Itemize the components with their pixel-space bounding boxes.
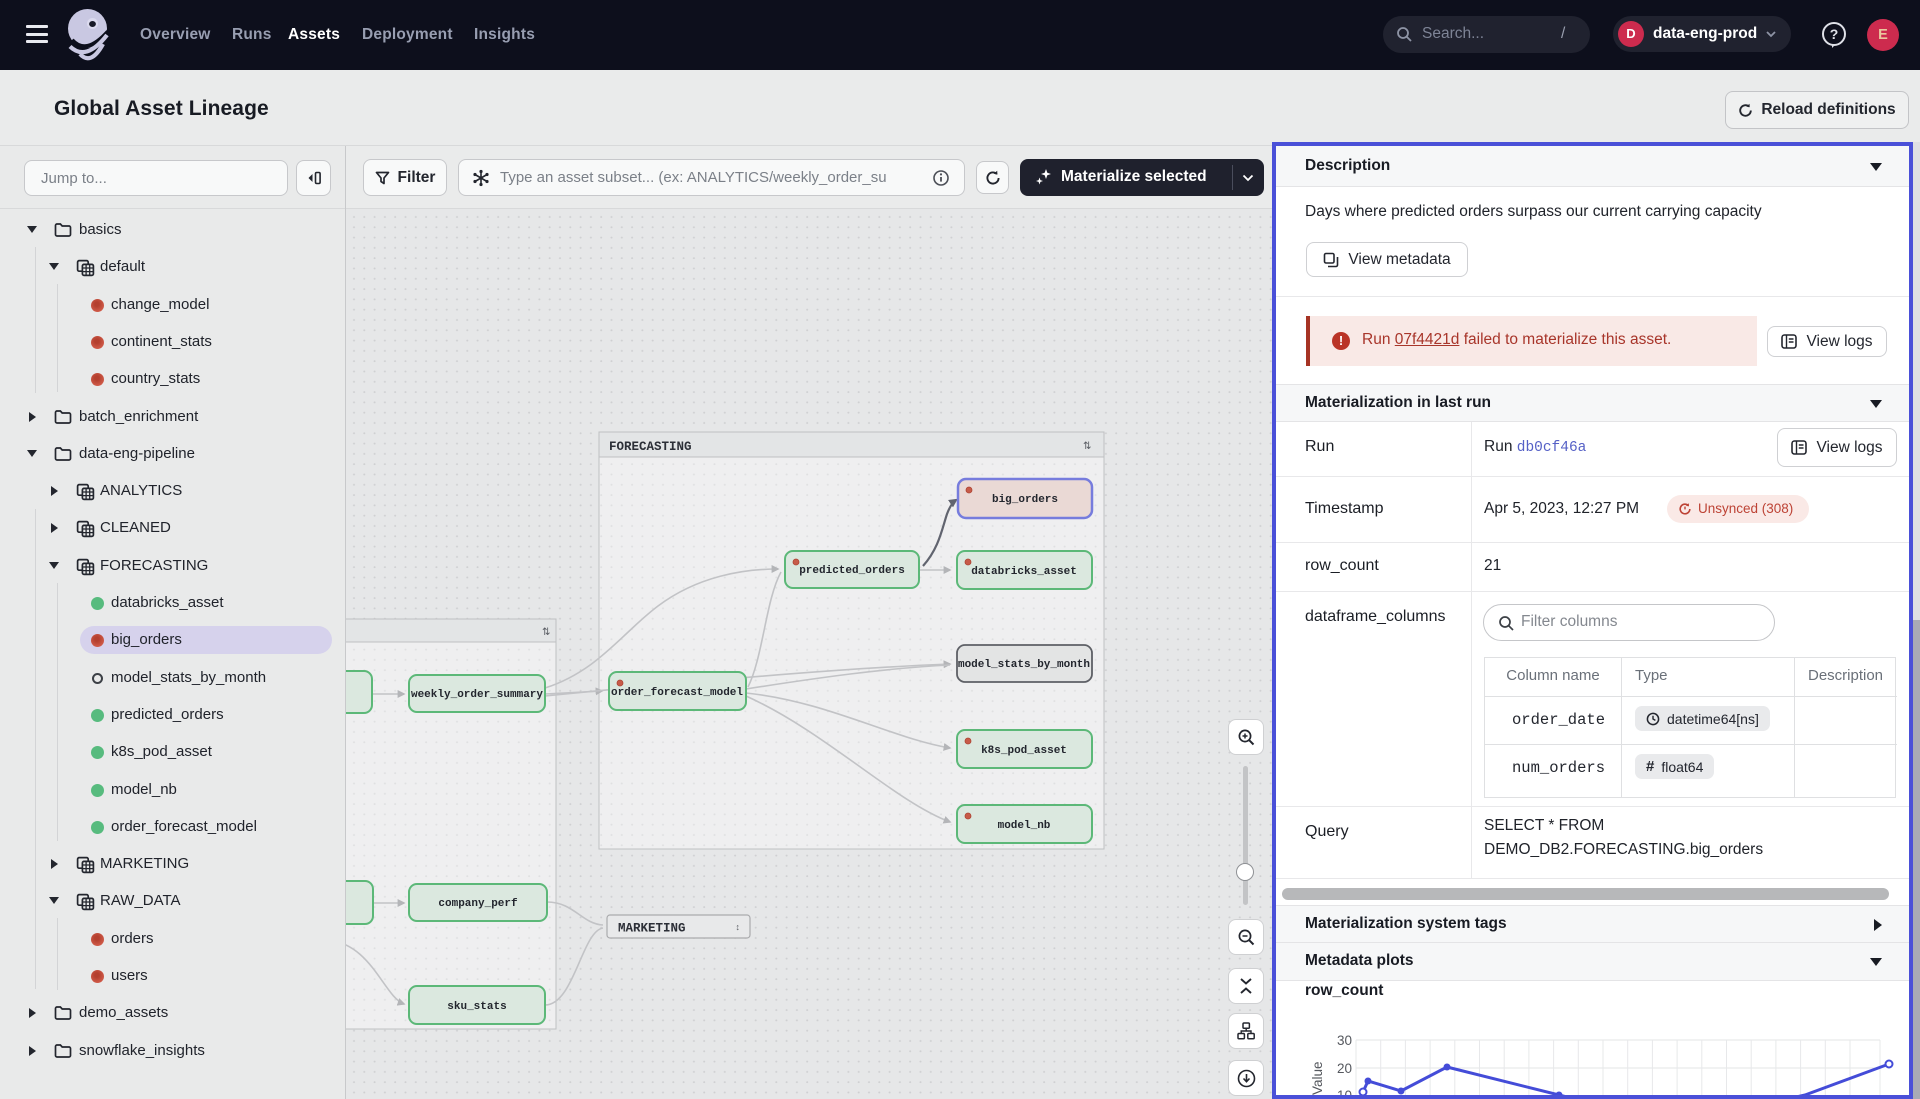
svg-text:Value: Value: [1310, 1061, 1325, 1095]
svg-text:20: 20: [1337, 1061, 1352, 1076]
svg-text:⇅: ⇅: [542, 628, 550, 639]
svg-text:MARKETING: MARKETING: [618, 922, 686, 936]
svg-text:10: 10: [1337, 1088, 1352, 1095]
svg-text:big_orders: big_orders: [992, 494, 1058, 506]
svg-text:order_forecast_model: order_forecast_model: [611, 687, 743, 699]
svg-text:k8s_pod_asset: k8s_pod_asset: [981, 745, 1067, 757]
svg-text:⇅: ⇅: [1083, 442, 1091, 453]
svg-text:company_perf: company_perf: [438, 898, 518, 910]
svg-text:predicted_orders: predicted_orders: [799, 565, 905, 577]
svg-text:↕: ↕: [735, 923, 740, 933]
svg-text:model_stats_by_month: model_stats_by_month: [958, 659, 1090, 671]
svg-text:FORECASTING: FORECASTING: [609, 440, 692, 454]
svg-text:?: ?: [1830, 26, 1839, 42]
svg-text:model_nb: model_nb: [998, 820, 1051, 832]
svg-text:30: 30: [1337, 1033, 1352, 1048]
svg-text:weekly_order_summary: weekly_order_summary: [411, 689, 543, 701]
svg-text:databricks_asset: databricks_asset: [971, 566, 1077, 578]
svg-text:sku_stats: sku_stats: [447, 1001, 506, 1013]
